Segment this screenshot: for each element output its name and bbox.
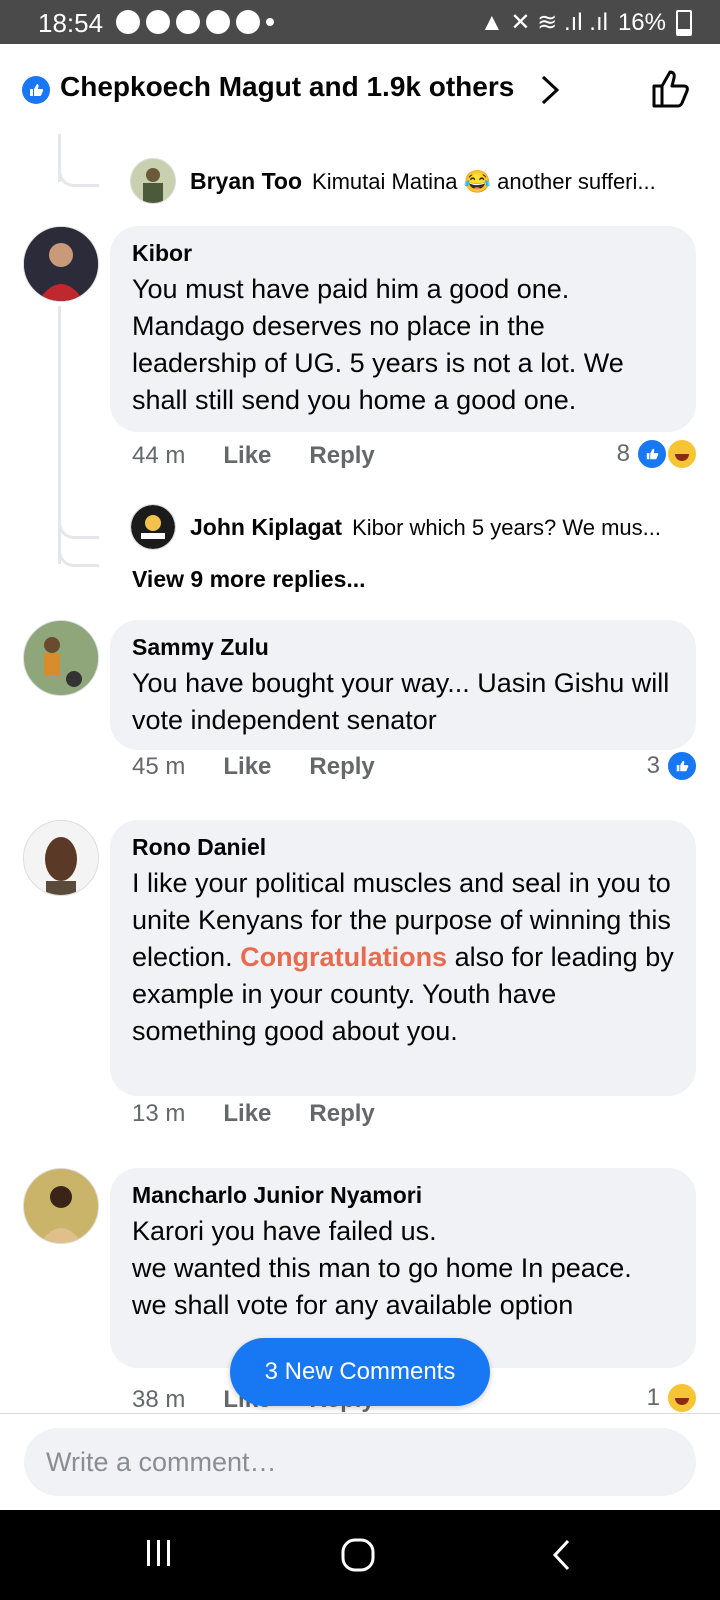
comment-time[interactable]: 13 m	[132, 1100, 185, 1128]
status-right: ▲ ✕ ≋ .ıl .ıl 16%	[480, 8, 692, 37]
avatar[interactable]	[23, 1168, 99, 1244]
reply-button[interactable]: Reply	[309, 753, 374, 781]
comment-text: You must have paid him a good one. Manda…	[132, 274, 624, 415]
comment-bubble[interactable]: Rono Daniel I like your political muscle…	[110, 820, 696, 1096]
comment-composer: Write a comment…	[0, 1413, 720, 1511]
reaction-summary[interactable]: 3	[647, 750, 698, 782]
whatsapp-icon	[116, 10, 140, 34]
comment-text: You have bought your way... Uasin Gishu …	[132, 668, 670, 735]
like-reaction-icon	[636, 438, 668, 470]
thumbs-up-icon	[652, 70, 689, 108]
reply-text: Kimutai Matina 😂 another sufferi...	[312, 168, 656, 194]
status-bar: 18:54 ▲ ✕ ≋ .ıl .ıl 16%	[0, 0, 720, 44]
like-post-button[interactable]	[650, 68, 692, 115]
recent-apps-icon[interactable]	[144, 1538, 174, 1573]
reaction-summary[interactable]: 8	[617, 438, 698, 470]
avatar[interactable]	[23, 620, 99, 696]
comment-actions: 45 m Like Reply	[132, 753, 375, 781]
comment-actions: 44 m Like Reply	[132, 442, 375, 470]
comment-input[interactable]: Write a comment…	[24, 1428, 696, 1496]
new-comments-button[interactable]: 3 New Comments	[230, 1338, 490, 1406]
avatar[interactable]	[130, 504, 176, 550]
battery-icon	[676, 9, 692, 36]
reactions-header[interactable]: Chepkoech Magut and 1.9k others	[0, 44, 720, 134]
reply-preview[interactable]: Bryan Too Kimutai Matina 😂 another suffe…	[190, 168, 656, 195]
haha-reaction-icon	[666, 438, 698, 470]
comment-author[interactable]: Sammy Zulu	[132, 634, 674, 661]
reply-preview[interactable]: John Kiplagat Kibor which 5 years? We mu…	[190, 514, 661, 541]
reactions-summary[interactable]: Chepkoech Magut and 1.9k others	[60, 71, 514, 103]
back-icon[interactable]	[550, 1538, 574, 1577]
reaction-count: 3	[646, 752, 660, 779]
reaction-summary[interactable]: 1	[647, 1382, 698, 1414]
thread-connector	[58, 514, 99, 539]
comment-text: Karori you have failed us. we wanted thi…	[132, 1216, 632, 1320]
comments-sheet: Chepkoech Magut and 1.9k others Bryan To…	[0, 44, 720, 1510]
chat-bubble-icon	[206, 10, 230, 34]
like-button[interactable]: Like	[223, 1100, 271, 1128]
like-reaction-icon	[666, 750, 698, 782]
view-more-replies-button[interactable]: View 9 more replies...	[132, 566, 366, 593]
chat-bubble-icon	[236, 10, 260, 34]
chevron-right-icon[interactable]	[538, 74, 562, 111]
reply-author[interactable]: John Kiplagat	[190, 514, 342, 541]
like-button[interactable]: Like	[223, 753, 271, 781]
more-notifications-dot-icon	[266, 18, 274, 26]
message-icon	[146, 10, 170, 34]
comment-bubble[interactable]: Kibor You must have paid him a good one.…	[110, 226, 696, 432]
comment-author[interactable]: Kibor	[132, 240, 674, 267]
chat-bubble-icon	[176, 10, 200, 34]
like-reaction-icon	[22, 76, 50, 104]
signal-icons: ▲ ✕ ≋ .ıl .ıl	[479, 9, 608, 36]
avatar[interactable]	[23, 820, 99, 896]
thread-connector	[58, 162, 99, 187]
like-button[interactable]: Like	[223, 442, 271, 470]
comment-author[interactable]: Mancharlo Junior Nyamori	[132, 1182, 674, 1209]
thread-connector	[58, 542, 99, 567]
comment-text: I like your political muscles and seal i…	[132, 868, 674, 1046]
avatar[interactable]	[130, 158, 176, 204]
reply-text: Kibor which 5 years? We mus...	[352, 514, 661, 540]
reaction-count: 8	[616, 440, 630, 467]
comment-actions: 13 m Like Reply	[132, 1100, 375, 1128]
avatar[interactable]	[23, 226, 99, 302]
comment-time[interactable]: 38 m	[132, 1386, 185, 1414]
comment-bubble[interactable]: Sammy Zulu You have bought your way... U…	[110, 620, 696, 750]
notification-icons	[116, 10, 274, 34]
highlighted-text: Congratulations	[240, 942, 448, 972]
reply-button[interactable]: Reply	[309, 442, 374, 470]
battery-percent: 16%	[617, 8, 666, 36]
home-icon[interactable]	[340, 1538, 376, 1577]
reply-button[interactable]: Reply	[309, 1100, 374, 1128]
comment-author[interactable]: Rono Daniel	[132, 834, 674, 861]
reply-author[interactable]: Bryan Too	[190, 168, 302, 195]
comment-time[interactable]: 44 m	[132, 442, 185, 470]
comment-time[interactable]: 45 m	[132, 753, 185, 781]
haha-reaction-icon	[666, 1382, 698, 1414]
status-time: 18:54	[38, 8, 104, 38]
reaction-count: 1	[646, 1384, 660, 1411]
system-nav-bar	[0, 1510, 720, 1600]
